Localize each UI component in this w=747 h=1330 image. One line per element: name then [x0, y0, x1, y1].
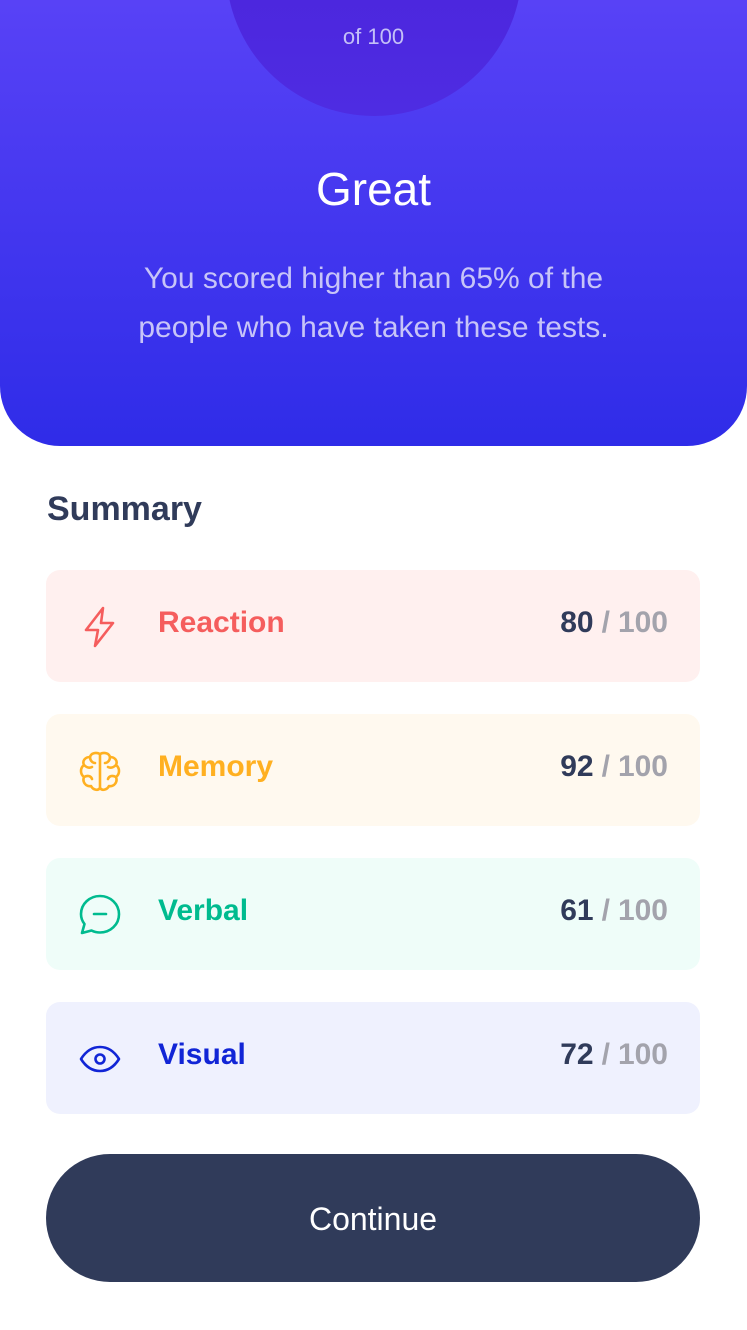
- lightning-icon: [78, 605, 122, 649]
- score-separator: /: [601, 606, 610, 639]
- summary-item-label: Reaction: [158, 606, 285, 639]
- score-circle: [226, 0, 522, 116]
- score-value: 92: [560, 750, 594, 783]
- summary-heading: Summary: [47, 490, 202, 528]
- score-value: 80: [560, 606, 594, 639]
- score-separator: /: [601, 750, 610, 783]
- result-panel: of 100 Great You scored higher than 65% …: [0, 0, 747, 446]
- summary-item-label: Verbal: [158, 894, 249, 927]
- summary-item-score: 61/100: [560, 894, 668, 928]
- summary-item-memory: Memory 92/100: [46, 714, 700, 826]
- summary-item-visual: Visual 72/100: [46, 1002, 700, 1114]
- score-separator: /: [601, 894, 610, 927]
- summary-item-reaction: Reaction 80/100: [46, 570, 700, 682]
- brain-icon: [78, 749, 122, 793]
- result-title: Great: [315, 163, 432, 215]
- chat-bubble-icon: [78, 893, 122, 937]
- score-max: 100: [617, 750, 668, 783]
- score-separator: /: [601, 1038, 610, 1071]
- eye-icon: [78, 1037, 122, 1081]
- summary-item-label: Visual: [158, 1038, 246, 1071]
- score-total: of 100: [342, 24, 405, 49]
- score-max: 100: [617, 894, 668, 927]
- score-max: 100: [617, 606, 668, 639]
- summary-item-verbal: Verbal 61/100: [46, 858, 700, 970]
- score-value: 72: [560, 1038, 594, 1071]
- summary-item-score: 92/100: [560, 750, 668, 784]
- continue-button[interactable]: Continue: [46, 1154, 700, 1282]
- result-description: You scored higher than 65% of the people…: [138, 262, 609, 344]
- summary-item-label: Memory: [158, 750, 274, 783]
- summary-item-score: 72/100: [560, 1038, 668, 1072]
- summary-item-score: 80/100: [560, 606, 668, 640]
- score-max: 100: [617, 1038, 668, 1071]
- score-value: 61: [560, 894, 594, 927]
